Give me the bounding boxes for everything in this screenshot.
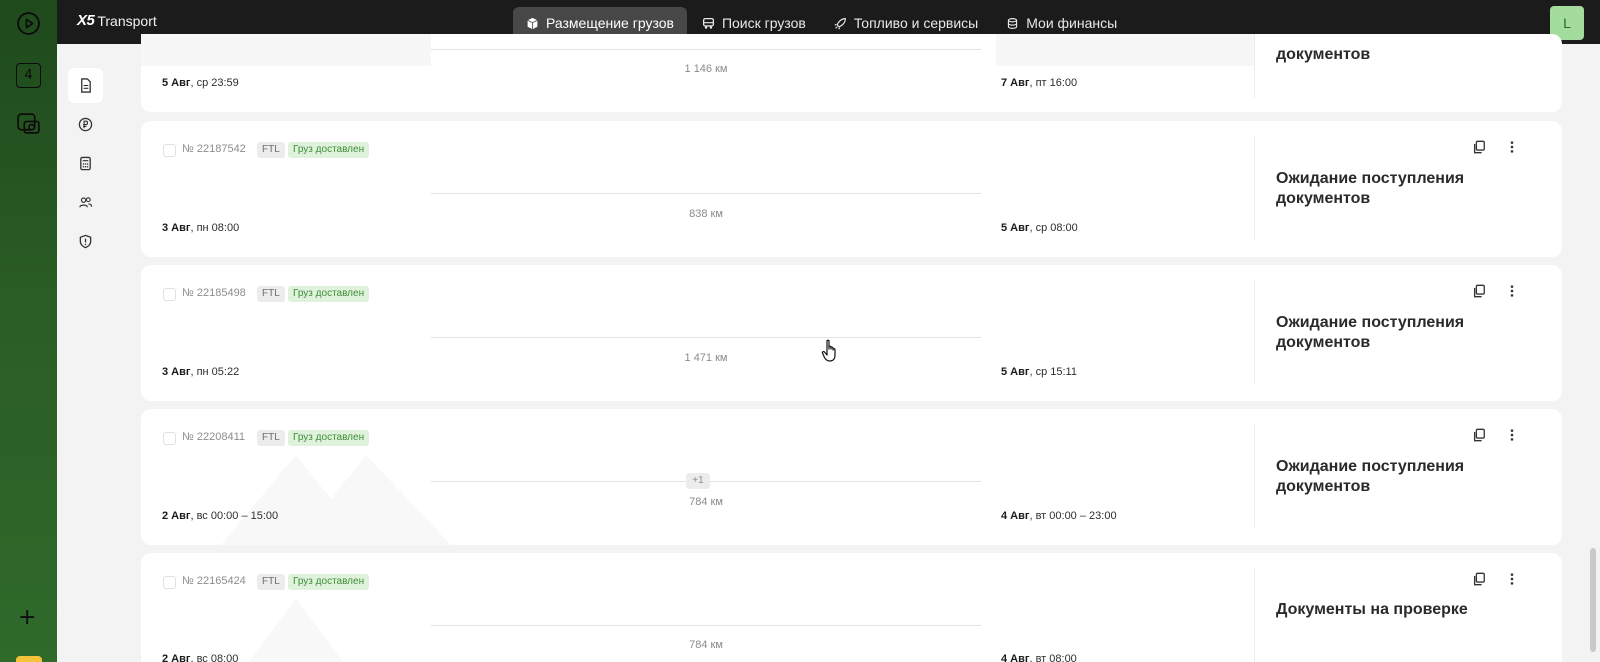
divider bbox=[1254, 423, 1255, 529]
copy-icon[interactable] bbox=[1472, 572, 1486, 586]
extra-stops-badge[interactable]: +1 bbox=[686, 473, 710, 489]
sidebar-item-documents[interactable] bbox=[68, 68, 103, 103]
shipment-number: № 22185498 bbox=[182, 287, 246, 299]
sidebar-item-users[interactable] bbox=[68, 185, 103, 220]
shipment-status: Ожидание поступления документов bbox=[1276, 314, 1465, 351]
ftl-tag: FTL bbox=[257, 430, 285, 446]
delivery-date: 5 Авг, ср 15:11 bbox=[1001, 366, 1077, 378]
shipment-status: Документы на проверке bbox=[1276, 601, 1468, 618]
pickup-date: 3 Авг, пн 05:22 bbox=[162, 366, 240, 378]
delivery-date: 4 Авг, вт 00:00 – 23:00 bbox=[1001, 510, 1117, 522]
status-badge: Груз доставлен bbox=[288, 286, 370, 302]
scrollbar-thumb[interactable] bbox=[1590, 548, 1596, 652]
sidebar-item-security[interactable] bbox=[68, 224, 103, 259]
shipment-card[interactable]: 1 146 км 5 Авг, ср 23:59 7 Авг, пт 16:00… bbox=[141, 34, 1562, 112]
box-icon bbox=[526, 17, 539, 30]
status-badge: Груз доставлен bbox=[288, 574, 370, 590]
select-checkbox[interactable] bbox=[163, 144, 176, 157]
pickup-date: 2 Авг, вс 00:00 – 15:00 bbox=[162, 510, 279, 522]
users-icon bbox=[79, 197, 93, 208]
logo[interactable]: X5 Transport bbox=[77, 12, 157, 29]
divider bbox=[1254, 34, 1255, 98]
status-badge: Груз доставлен bbox=[288, 142, 370, 158]
divider bbox=[1254, 135, 1255, 241]
distance: 1 471 км bbox=[684, 352, 728, 364]
secondary-sidebar bbox=[57, 44, 137, 662]
camera-icon[interactable] bbox=[16, 111, 41, 136]
pickup-date: 5 Авг, ср 23:59 bbox=[162, 77, 239, 89]
map-watermark bbox=[221, 455, 451, 545]
map-watermark bbox=[249, 599, 343, 662]
shipment-status: документов bbox=[1276, 46, 1371, 63]
route-line bbox=[431, 193, 981, 194]
distance: 784 км bbox=[689, 496, 723, 508]
shipment-number: № 22165424 bbox=[182, 575, 246, 587]
play-icon[interactable] bbox=[16, 11, 41, 36]
divider bbox=[1254, 279, 1255, 385]
shipment-card[interactable]: № 22187542 FTL Груз доставлен 838 км 3 А… bbox=[141, 121, 1562, 257]
add-icon[interactable]: + bbox=[18, 607, 36, 629]
nav-label: Поиск грузов bbox=[721, 15, 806, 31]
ftl-tag: FTL bbox=[257, 574, 285, 590]
shipment-card[interactable]: № 22185498 FTL Груз доставлен 1 471 км 3… bbox=[141, 265, 1562, 401]
os-sidebar: 4 + bbox=[0, 0, 57, 662]
distance: 1 146 км bbox=[684, 63, 728, 75]
coins-icon bbox=[1006, 17, 1019, 30]
logo-text: Transport bbox=[97, 12, 157, 29]
map-strip bbox=[141, 34, 431, 66]
shipment-number: № 22208411 bbox=[182, 431, 245, 443]
document-icon bbox=[81, 78, 91, 93]
app-shortcut[interactable] bbox=[16, 656, 42, 662]
shipment-card[interactable]: № 22208411 FTL Груз доставлен +1 784 км … bbox=[141, 409, 1562, 545]
more-icon[interactable] bbox=[1505, 428, 1519, 442]
truck-icon bbox=[702, 17, 715, 30]
calculator-icon bbox=[80, 156, 91, 171]
pickup-date: 3 Авг, пн 08:00 bbox=[162, 222, 240, 234]
copy-icon[interactable] bbox=[1472, 140, 1486, 154]
nav-label: Размещение грузов bbox=[546, 15, 674, 31]
ftl-tag: FTL bbox=[257, 286, 285, 302]
divider bbox=[1254, 567, 1255, 662]
pickup-date: 2 Авг, вс 08:00 bbox=[162, 653, 239, 662]
more-icon[interactable] bbox=[1505, 140, 1519, 154]
delivery-date: 7 Авг, пт 16:00 bbox=[1001, 77, 1078, 89]
shipment-card[interactable]: № 22165424 FTL Груз доставлен 784 км 2 А… bbox=[141, 553, 1562, 662]
distance: 784 км bbox=[689, 639, 723, 651]
select-checkbox[interactable] bbox=[163, 288, 176, 301]
select-checkbox[interactable] bbox=[163, 432, 176, 445]
shipment-number: № 22187542 bbox=[182, 143, 246, 155]
rocket-icon bbox=[834, 17, 847, 30]
copy-icon[interactable] bbox=[1472, 428, 1486, 442]
sidebar-item-calculator[interactable] bbox=[68, 146, 103, 181]
more-icon[interactable] bbox=[1505, 572, 1519, 586]
workspace-number-badge[interactable]: 4 bbox=[16, 63, 41, 88]
ftl-tag: FTL bbox=[257, 142, 285, 158]
delivery-date: 5 Авг, ср 08:00 bbox=[1001, 222, 1078, 234]
sidebar-item-payments[interactable] bbox=[68, 107, 103, 142]
nav-label: Мои финансы bbox=[1026, 15, 1118, 31]
distance: 838 км bbox=[689, 208, 723, 220]
copy-icon[interactable] bbox=[1472, 284, 1486, 298]
ruble-icon bbox=[78, 117, 93, 132]
select-checkbox[interactable] bbox=[163, 576, 176, 589]
status-badge: Груз доставлен bbox=[288, 430, 370, 446]
delivery-date: 4 Авг, вт 08:00 bbox=[1001, 653, 1077, 662]
map-strip bbox=[996, 34, 1254, 66]
hand-cursor-icon bbox=[821, 339, 836, 362]
shipment-status: Ожидание поступления документов bbox=[1276, 458, 1465, 495]
route-line bbox=[431, 625, 981, 626]
more-icon[interactable] bbox=[1505, 284, 1519, 298]
route-line bbox=[431, 337, 981, 338]
logo-mark: X5 bbox=[77, 12, 95, 29]
shipment-status: Ожидание поступления документов bbox=[1276, 170, 1465, 207]
shield-icon bbox=[79, 234, 92, 249]
route-line bbox=[431, 49, 981, 50]
nav-label: Топливо и сервисы bbox=[853, 15, 979, 31]
